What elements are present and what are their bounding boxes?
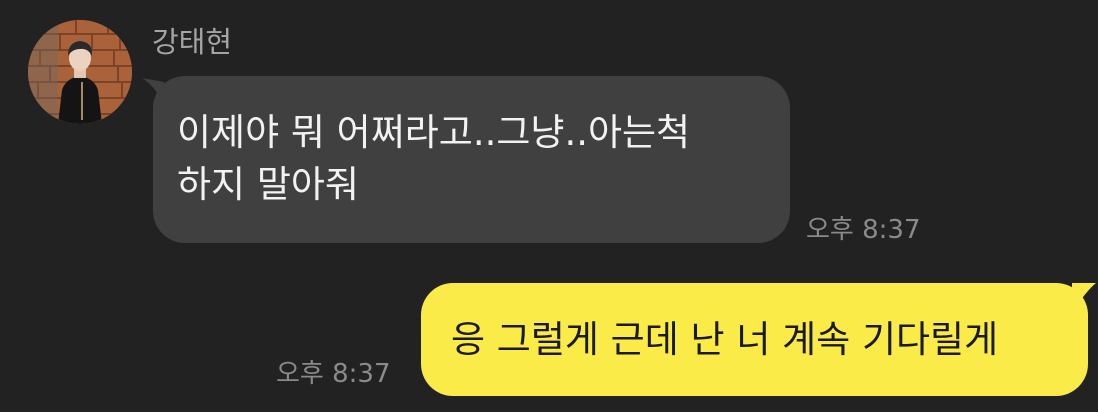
outgoing-message-bubble[interactable]: 응 그럴게 근데 난 너 계속 기다릴게 <box>421 283 1088 396</box>
profile-photo-icon <box>28 20 132 124</box>
incoming-message-line-1: 이제야 뭐 어쩌라고..그냥..아는척 <box>177 111 691 154</box>
incoming-message-bubble[interactable]: 이제야 뭐 어쩌라고..그냥..아는척 하지 말아줘 <box>153 76 790 243</box>
outgoing-bubble-tail <box>1072 283 1096 313</box>
incoming-message-line-2: 하지 말아줘 <box>177 163 359 206</box>
incoming-message-time: 오후 8:37 <box>806 215 921 245</box>
sender-name: 강태현 <box>152 25 233 59</box>
outgoing-message-text: 응 그럴게 근데 난 너 계속 기다릴게 <box>451 318 999 361</box>
outgoing-message-time: 오후 8:37 <box>276 359 391 389</box>
avatar[interactable] <box>28 20 132 124</box>
